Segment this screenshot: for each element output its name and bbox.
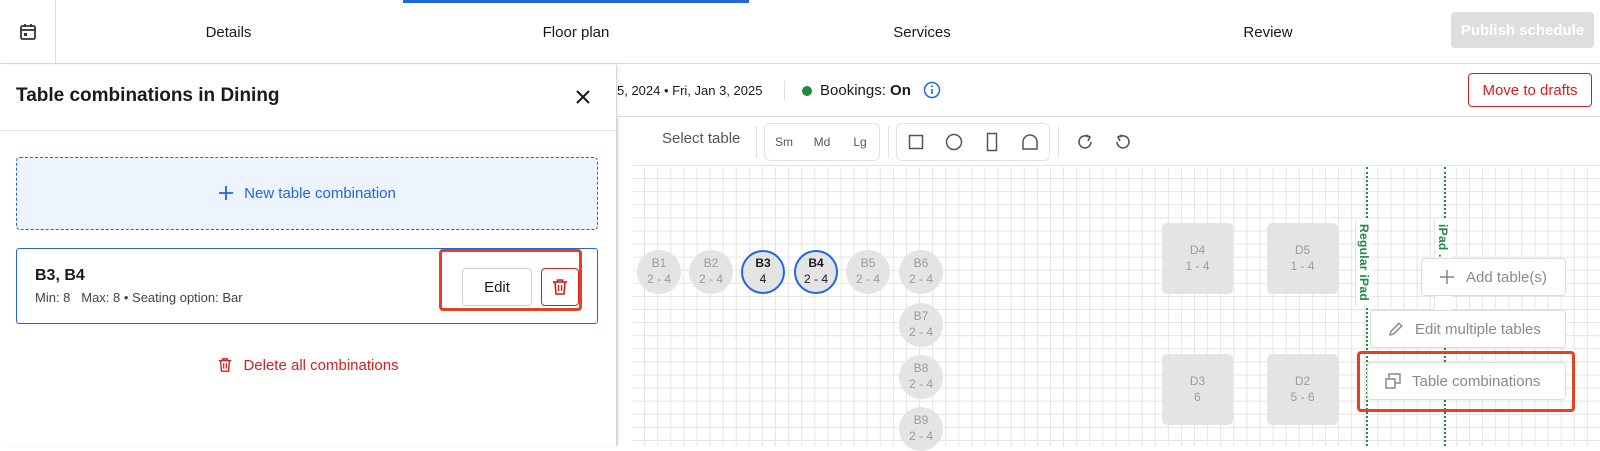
square-shape-button[interactable]	[897, 124, 935, 160]
zone-label-regular-ipad: Regular iPad	[1355, 220, 1372, 306]
table-b4[interactable]: B4 2 - 4	[794, 250, 838, 294]
table-b3[interactable]: B3 4	[741, 250, 785, 294]
table-b8[interactable]: B8 2 - 4	[899, 355, 943, 399]
table-b5[interactable]: B5 2 - 4	[846, 250, 890, 294]
tab-services[interactable]: Services	[749, 0, 1095, 64]
floor-plan-toolbar: Select table Sm Md Lg	[617, 118, 1600, 166]
table-b9[interactable]: B9 2 - 4	[899, 407, 943, 451]
table-d3[interactable]: D3 6	[1162, 354, 1233, 425]
info-icon[interactable]	[923, 81, 941, 99]
canvas-edge	[617, 118, 633, 446]
trash-icon	[553, 279, 567, 295]
shape-group	[896, 123, 1050, 161]
circle-shape-button[interactable]	[935, 124, 973, 160]
divider	[784, 81, 785, 101]
divider	[1058, 126, 1059, 158]
table-combinations-panel: Table combinations in Dining New table c…	[0, 65, 617, 446]
publish-schedule-button[interactable]: Publish schedule	[1451, 12, 1594, 48]
combine-tables-icon	[1382, 370, 1404, 392]
plus-icon	[1436, 266, 1458, 288]
rectangle-icon	[986, 132, 998, 152]
new-table-combination-button[interactable]: New table combination	[16, 157, 598, 230]
calendar-icon	[19, 24, 36, 40]
size-lg-button[interactable]: Lg	[841, 124, 879, 160]
date-range: 5, 2024 • Fri, Jan 3, 2025	[617, 83, 763, 98]
undo-button[interactable]	[1104, 124, 1142, 160]
plus-icon	[218, 181, 234, 207]
undo-icon	[1116, 134, 1130, 149]
edit-combination-button[interactable]: Edit	[462, 268, 532, 306]
tab-floor-plan[interactable]: Floor plan	[403, 0, 749, 64]
delete-all-combinations-button[interactable]: Delete all combinations	[0, 350, 616, 380]
combination-details: Min: 8 Max: 8 • Seating option: Bar	[35, 290, 243, 305]
tab-details[interactable]: Details	[56, 0, 401, 64]
add-tables-button[interactable]: Add table(s)	[1421, 258, 1566, 296]
zone-boundary-line	[1366, 167, 1368, 446]
size-md-button[interactable]: Md	[803, 124, 841, 160]
bookings-status: Bookings: On	[820, 82, 911, 99]
panel-title: Table combinations in Dining	[16, 85, 280, 106]
table-b2[interactable]: B2 2 - 4	[689, 250, 733, 294]
table-b1[interactable]: B1 2 - 4	[637, 250, 681, 294]
tab-review[interactable]: Review	[1095, 0, 1441, 64]
move-to-drafts-button[interactable]: Move to drafts	[1468, 73, 1592, 107]
booth-shape-button[interactable]	[1011, 124, 1049, 160]
table-b6[interactable]: B6 2 - 4	[899, 250, 943, 294]
top-tab-bar: Details Floor plan Services Review Publi…	[0, 0, 1600, 64]
combination-name: B3, B4	[35, 267, 85, 284]
status-dot	[802, 86, 812, 96]
divider	[756, 126, 757, 158]
close-icon[interactable]	[572, 86, 594, 108]
table-d5[interactable]: D5 1 - 4	[1267, 223, 1338, 294]
table-b7[interactable]: B7 2 - 4	[899, 303, 943, 347]
floor-plan-canvas[interactable]	[633, 167, 1600, 446]
booth-icon	[1022, 134, 1038, 150]
redo-button[interactable]	[1066, 124, 1104, 160]
edit-multiple-tables-button[interactable]: Edit multiple tables	[1370, 310, 1566, 348]
size-group: Sm Md Lg	[764, 123, 880, 161]
calendar-button[interactable]	[0, 0, 56, 64]
circle-icon	[945, 133, 963, 151]
redo-icon	[1078, 134, 1092, 149]
panel-header: Table combinations in Dining	[0, 65, 616, 131]
pencil-icon	[1385, 318, 1407, 340]
table-d4[interactable]: D4 1 - 4	[1162, 223, 1233, 294]
schedule-header: 5, 2024 • Fri, Jan 3, 2025 Bookings: On …	[617, 65, 1600, 117]
trash-icon	[217, 356, 233, 374]
rectangle-shape-button[interactable]	[973, 124, 1011, 160]
table-d2[interactable]: D2 5 - 6	[1267, 354, 1338, 425]
size-sm-button[interactable]: Sm	[765, 124, 803, 160]
table-combinations-button[interactable]: Table combinations	[1367, 362, 1566, 400]
delete-combination-button[interactable]	[541, 268, 579, 306]
square-icon	[908, 134, 924, 150]
select-table-label: Select table	[662, 130, 741, 147]
combination-card: B3, B4 Min: 8 Max: 8 • Seating option: B…	[16, 248, 598, 324]
divider	[888, 126, 889, 158]
